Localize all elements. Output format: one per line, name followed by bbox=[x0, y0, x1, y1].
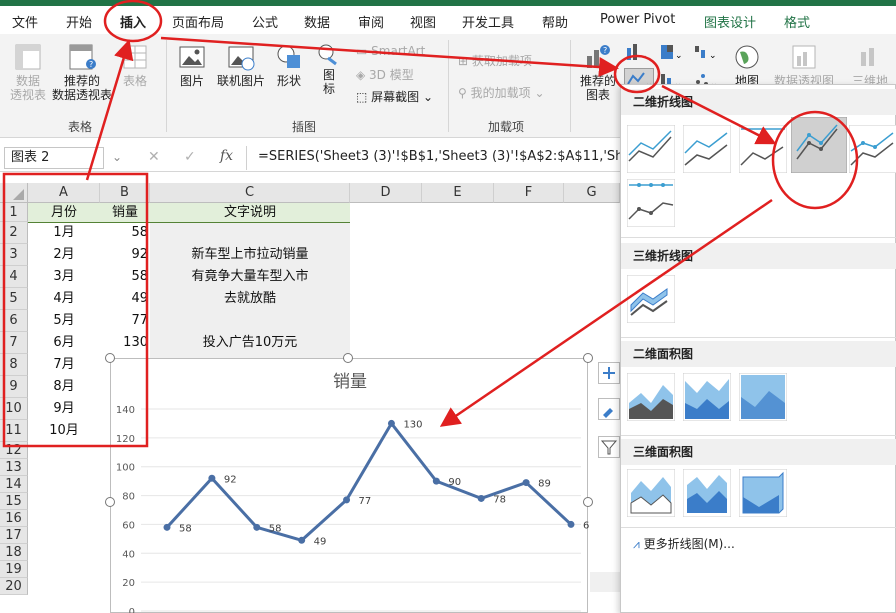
arrow-to-markers bbox=[661, 84, 777, 145]
annotation-layer bbox=[2, 0, 859, 448]
arrow-to-chart bbox=[439, 198, 773, 427]
highlight-line-button bbox=[613, 54, 661, 94]
highlight-data-range bbox=[2, 172, 149, 448]
arrow-data-to-insert bbox=[85, 39, 134, 181]
highlight-insert-tab bbox=[103, 0, 163, 43]
excel-window: { "tabs":[ {"id":"file","label":"文件"}, {… bbox=[0, 0, 896, 613]
arrow-insert-to-line bbox=[160, 36, 619, 77]
highlight-markers-option bbox=[771, 110, 859, 210]
